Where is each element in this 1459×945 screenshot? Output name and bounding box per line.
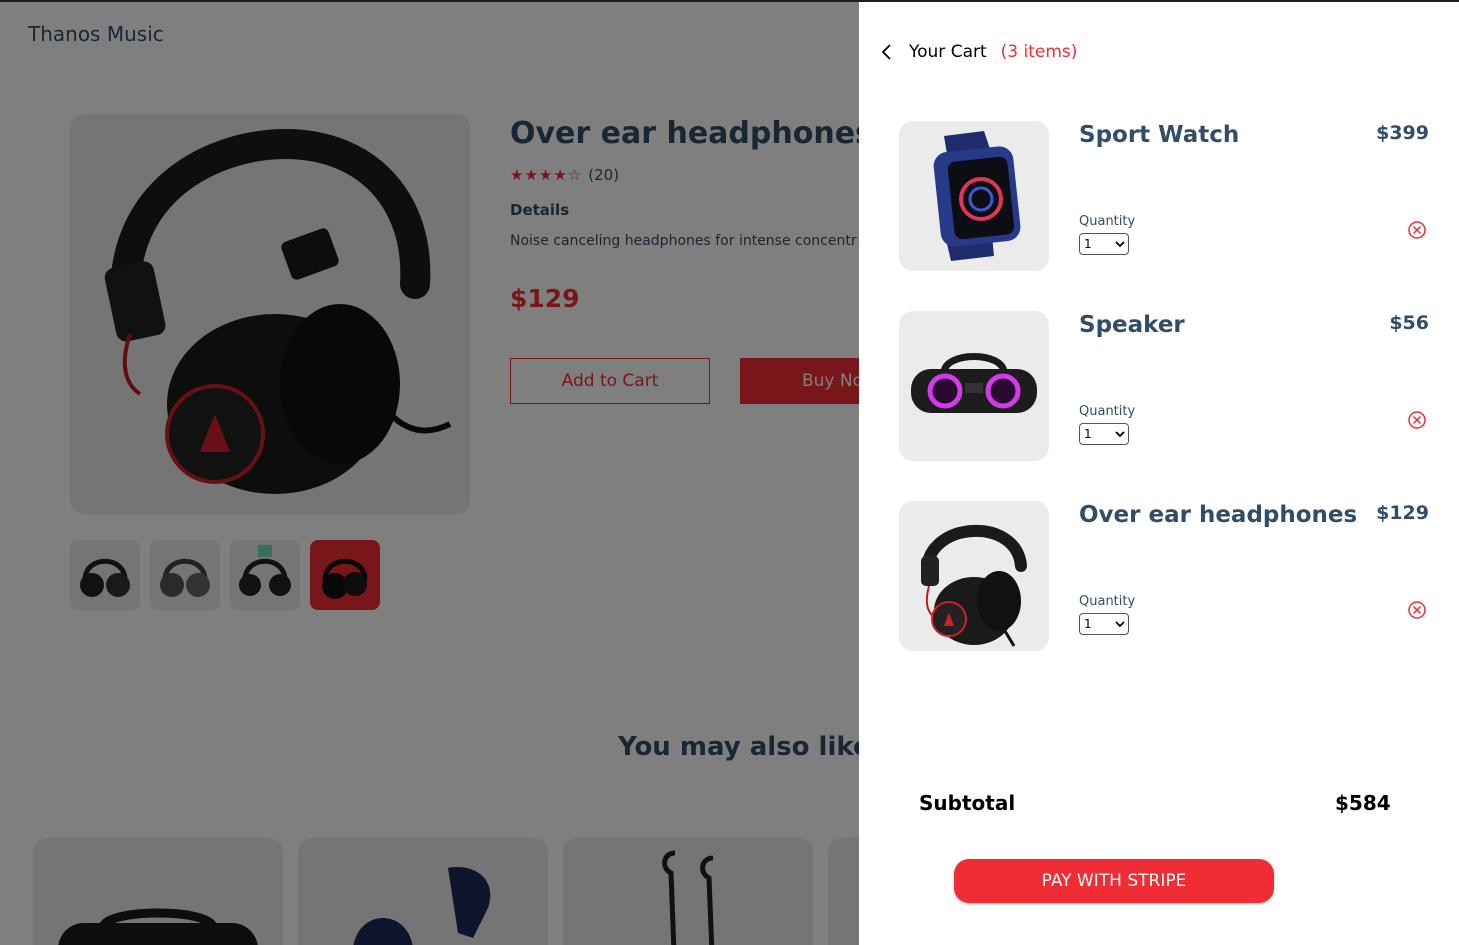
cart-item-price: $56 — [1389, 312, 1429, 334]
cart-item-price: $129 — [1376, 502, 1429, 524]
chevron-down-icon — [1115, 621, 1125, 628]
quantity-label: Quantity — [1079, 214, 1136, 229]
quantity-select[interactable]: 1 — [1079, 233, 1129, 255]
headphones-image — [921, 525, 1027, 647]
cart-back-button[interactable]: Your Cart (3 items) — [881, 42, 1077, 62]
cart-item-name: Over ear headphones — [1079, 502, 1358, 528]
close-circle-icon[interactable] — [1407, 220, 1427, 240]
quantity-label: Quantity — [1079, 594, 1136, 609]
chevron-down-icon — [1115, 241, 1125, 248]
quantity-select[interactable]: 1 — [1079, 613, 1129, 635]
cart-item-image — [899, 121, 1049, 271]
chevron-down-icon — [1115, 431, 1125, 438]
cart-item-price: $399 — [1376, 122, 1429, 144]
quantity-value: 1 — [1084, 617, 1092, 631]
chevron-left-icon[interactable] — [881, 42, 897, 62]
quantity-value: 1 — [1084, 427, 1092, 441]
cart-item-name: Speaker — [1079, 312, 1185, 338]
close-circle-icon[interactable] — [1407, 410, 1427, 430]
remove-item-button[interactable] — [1407, 600, 1427, 620]
speaker-image — [911, 353, 1037, 413]
cart-item-count: (3 items) — [1000, 42, 1078, 62]
close-circle-icon[interactable] — [1407, 600, 1427, 620]
quantity-value: 1 — [1084, 237, 1092, 251]
cart-item-name: Sport Watch — [1079, 122, 1240, 148]
subtotal-label: Subtotal — [919, 791, 1016, 815]
remove-item-button[interactable] — [1407, 410, 1427, 430]
cart-panel: Your Cart (3 items) Sport Watch $399 Qua… — [859, 2, 1459, 945]
cart-heading: Your Cart — [909, 42, 987, 62]
quantity-label: Quantity — [1079, 404, 1136, 419]
pay-with-stripe-button[interactable]: PAY WITH STRIPE — [954, 859, 1274, 903]
cart-item: Over ear headphones $129 Quantity 1 — [899, 501, 1429, 651]
cart-item-image — [899, 311, 1049, 461]
cart-item: Speaker $56 Quantity 1 — [899, 311, 1429, 461]
remove-item-button[interactable] — [1407, 220, 1427, 240]
sport-watch-image — [933, 131, 1021, 261]
cart-item: Sport Watch $399 Quantity 1 — [899, 121, 1429, 271]
cart-item-image — [899, 501, 1049, 651]
subtotal-value: $584 — [1335, 791, 1391, 815]
quantity-select[interactable]: 1 — [1079, 423, 1129, 445]
